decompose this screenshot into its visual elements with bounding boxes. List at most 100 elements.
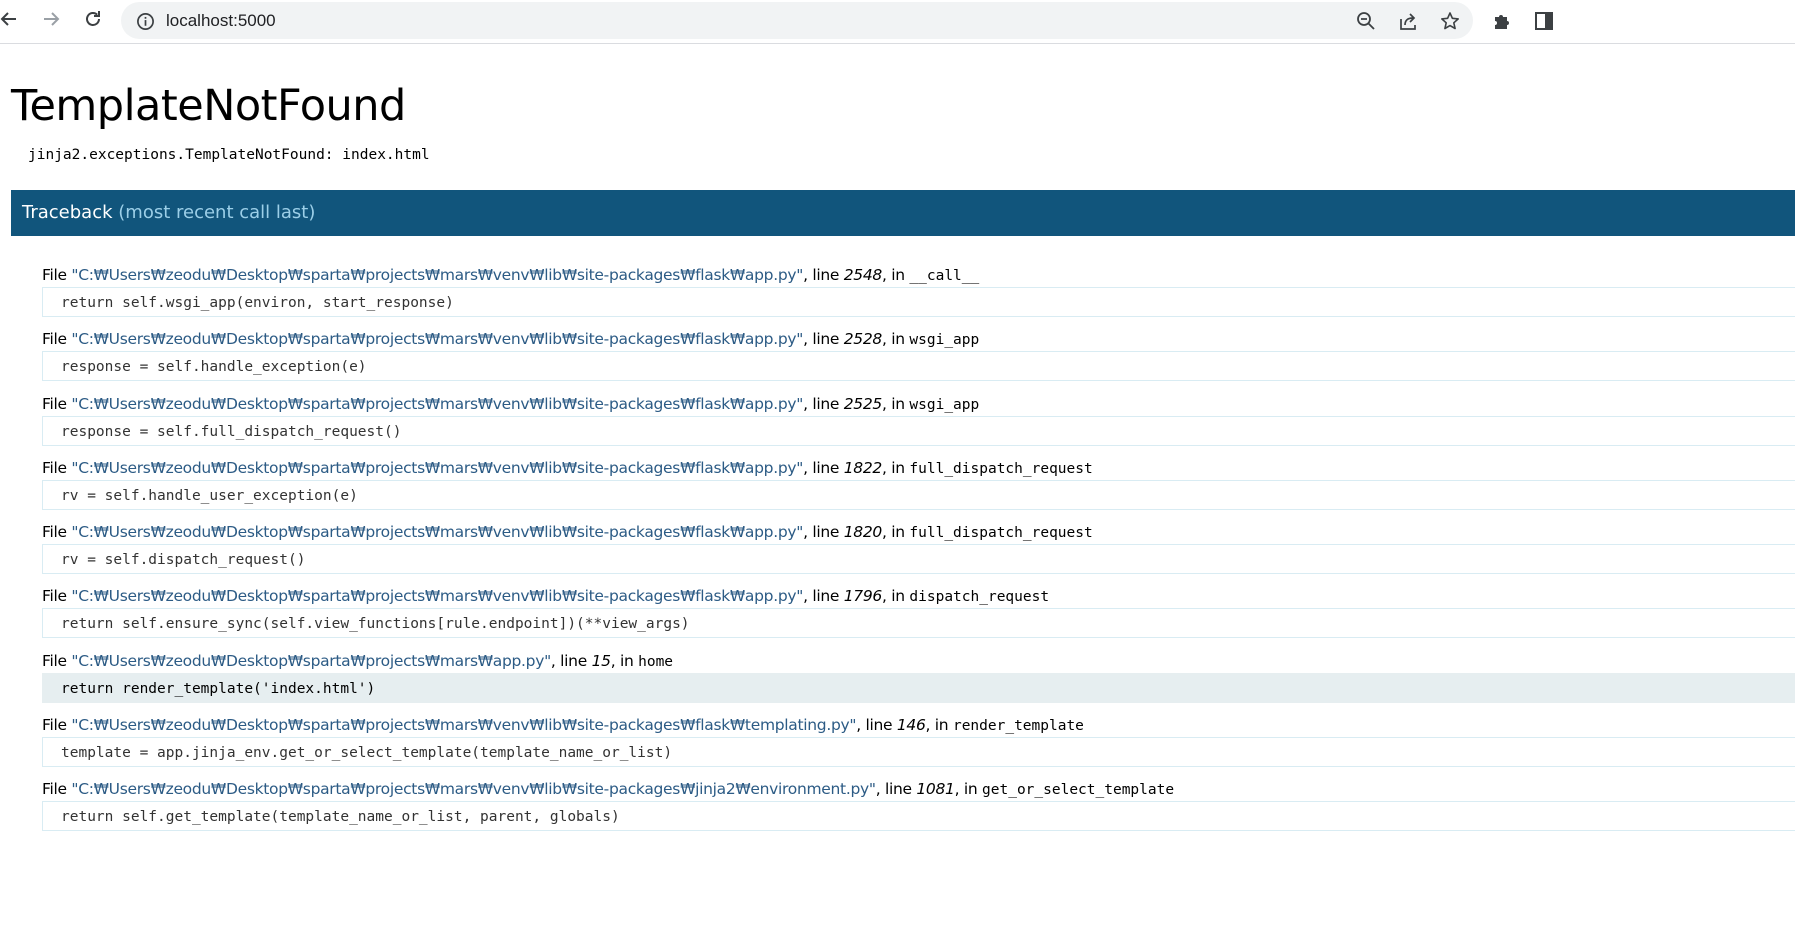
- traceback-frame: File "C:₩Users₩zeodu₩Desktop₩sparta₩proj…: [42, 649, 1795, 713]
- zoom-out-icon[interactable]: [1354, 9, 1378, 33]
- line-label: , line: [803, 458, 844, 477]
- function-name: dispatch_request: [909, 589, 1050, 606]
- star-icon[interactable]: [1438, 9, 1462, 33]
- puzzle-icon[interactable]: [1488, 7, 1516, 35]
- error-page: TemplateNotFound jinja2.exceptions.Templ…: [0, 45, 1795, 948]
- traceback-frames: File "C:₩Users₩zeodu₩Desktop₩sparta₩proj…: [42, 263, 1795, 842]
- line-number: 1796: [843, 587, 883, 606]
- traceback-frame: File "C:₩Users₩zeodu₩Desktop₩sparta₩proj…: [42, 456, 1795, 520]
- file-prefix: File: [42, 716, 72, 735]
- function-name: wsgi_app: [909, 396, 980, 413]
- source-line[interactable]: template = app.jinja_env.get_or_select_t…: [42, 737, 1795, 768]
- in-label: , in: [881, 266, 910, 284]
- file-path: "C:₩Users₩zeodu₩Desktop₩sparta₩projects₩…: [71, 330, 804, 349]
- frame-location: File "C:₩Users₩zeodu₩Desktop₩sparta₩proj…: [42, 392, 1795, 416]
- source-line[interactable]: return render_template('index.html'): [42, 672, 1795, 703]
- frame-location: File "C:₩Users₩zeodu₩Desktop₩sparta₩proj…: [42, 520, 1795, 544]
- frame-location: File "C:₩Users₩zeodu₩Desktop₩sparta₩proj…: [42, 327, 1795, 351]
- file-prefix: File: [42, 780, 72, 799]
- file-path: "C:₩Users₩zeodu₩Desktop₩sparta₩projects₩…: [71, 587, 804, 606]
- in-label: , in: [610, 651, 639, 670]
- function-name: full_dispatch_request: [909, 460, 1093, 477]
- reload-icon: [83, 9, 103, 33]
- traceback-label: Traceback: [22, 202, 113, 223]
- address-bar[interactable]: localhost:5000: [121, 2, 1473, 39]
- file-path: "C:₩Users₩zeodu₩Desktop₩sparta₩projects₩…: [71, 651, 551, 670]
- line-number: 146: [896, 716, 926, 735]
- in-label: , in: [881, 458, 910, 477]
- file-path: "C:₩Users₩zeodu₩Desktop₩sparta₩projects₩…: [71, 780, 876, 799]
- frame-location: File "C:₩Users₩zeodu₩Desktop₩sparta₩proj…: [42, 649, 1795, 673]
- file-path: "C:₩Users₩zeodu₩Desktop₩sparta₩projects₩…: [71, 523, 804, 542]
- info-icon[interactable]: [134, 10, 156, 32]
- file-prefix: File: [42, 266, 72, 284]
- function-name: get_or_select_template: [982, 782, 1175, 799]
- file-path: "C:₩Users₩zeodu₩Desktop₩sparta₩projects₩…: [71, 716, 857, 735]
- file-prefix: File: [42, 587, 72, 606]
- arrow-left-icon: [0, 9, 19, 33]
- line-number: 2528: [843, 330, 883, 349]
- line-label: , line: [803, 266, 844, 284]
- side-panel-icon[interactable]: [1530, 7, 1558, 35]
- error-title: TemplateNotFound: [11, 81, 406, 131]
- line-number: 2548: [843, 266, 883, 284]
- line-number: 2525: [843, 394, 883, 413]
- browser-toolbar: localhost:5000: [0, 0, 1795, 44]
- file-path: "C:₩Users₩zeodu₩Desktop₩sparta₩projects₩…: [71, 266, 804, 284]
- in-label: , in: [881, 587, 910, 606]
- traceback-frame: File "C:₩Users₩zeodu₩Desktop₩sparta₩proj…: [42, 584, 1795, 648]
- reload-button[interactable]: [78, 6, 108, 36]
- traceback-frame: File "C:₩Users₩zeodu₩Desktop₩sparta₩proj…: [42, 777, 1795, 841]
- source-line[interactable]: rv = self.dispatch_request(): [42, 544, 1795, 575]
- url-text[interactable]: localhost:5000: [166, 2, 276, 39]
- source-line[interactable]: rv = self.handle_user_exception(e): [42, 479, 1795, 510]
- in-label: , in: [881, 523, 910, 542]
- file-path: "C:₩Users₩zeodu₩Desktop₩sparta₩projects₩…: [71, 458, 804, 477]
- file-prefix: File: [42, 330, 72, 349]
- traceback-frame: File "C:₩Users₩zeodu₩Desktop₩sparta₩proj…: [42, 520, 1795, 584]
- line-label: , line: [856, 716, 897, 735]
- line-number: 15: [591, 651, 611, 670]
- function-name: render_template: [952, 718, 1084, 735]
- error-message: jinja2.exceptions.TemplateNotFound: inde…: [28, 147, 430, 163]
- function-name: __call__: [909, 268, 980, 284]
- forward-button[interactable]: [36, 6, 66, 36]
- source-line[interactable]: return self.ensure_sync(self.view_functi…: [42, 608, 1795, 639]
- line-number: 1820: [843, 523, 883, 542]
- traceback-note: (most recent call last): [118, 202, 316, 223]
- line-label: , line: [875, 780, 917, 799]
- file-prefix: File: [42, 651, 72, 670]
- traceback-frame: File "C:₩Users₩zeodu₩Desktop₩sparta₩proj…: [42, 713, 1795, 777]
- share-icon[interactable]: [1396, 9, 1420, 33]
- file-prefix: File: [42, 458, 72, 477]
- frame-location: File "C:₩Users₩zeodu₩Desktop₩sparta₩proj…: [42, 456, 1795, 480]
- file-prefix: File: [42, 523, 72, 542]
- source-line[interactable]: return self.get_template(template_name_o…: [42, 801, 1795, 832]
- line-label: , line: [803, 330, 844, 349]
- source-line[interactable]: return self.wsgi_app(environ, start_resp…: [42, 287, 1795, 317]
- line-label: , line: [803, 587, 844, 606]
- frame-location: File "C:₩Users₩zeodu₩Desktop₩sparta₩proj…: [42, 777, 1795, 801]
- line-label: , line: [803, 523, 844, 542]
- in-label: , in: [881, 330, 910, 349]
- traceback-frame: File "C:₩Users₩zeodu₩Desktop₩sparta₩proj…: [42, 263, 1795, 327]
- traceback-header: Traceback (most recent call last): [11, 190, 1795, 236]
- frame-location: File "C:₩Users₩zeodu₩Desktop₩sparta₩proj…: [42, 713, 1795, 737]
- function-name: wsgi_app: [909, 332, 980, 349]
- function-name: home: [638, 653, 674, 670]
- source-line[interactable]: response = self.full_dispatch_request(): [42, 415, 1795, 446]
- line-label: , line: [550, 651, 592, 670]
- source-line[interactable]: response = self.handle_exception(e): [42, 351, 1795, 382]
- frame-location: File "C:₩Users₩zeodu₩Desktop₩sparta₩proj…: [42, 263, 1795, 287]
- in-label: , in: [954, 780, 983, 799]
- function-name: full_dispatch_request: [909, 525, 1093, 542]
- frame-location: File "C:₩Users₩zeodu₩Desktop₩sparta₩proj…: [42, 584, 1795, 608]
- file-path: "C:₩Users₩zeodu₩Desktop₩sparta₩projects₩…: [71, 394, 804, 413]
- in-label: , in: [925, 716, 953, 735]
- file-prefix: File: [42, 394, 72, 413]
- back-button[interactable]: [0, 6, 24, 36]
- line-number: 1822: [843, 458, 883, 477]
- line-number: 1081: [916, 780, 955, 799]
- line-label: , line: [803, 394, 844, 413]
- arrow-right-icon: [41, 9, 61, 33]
